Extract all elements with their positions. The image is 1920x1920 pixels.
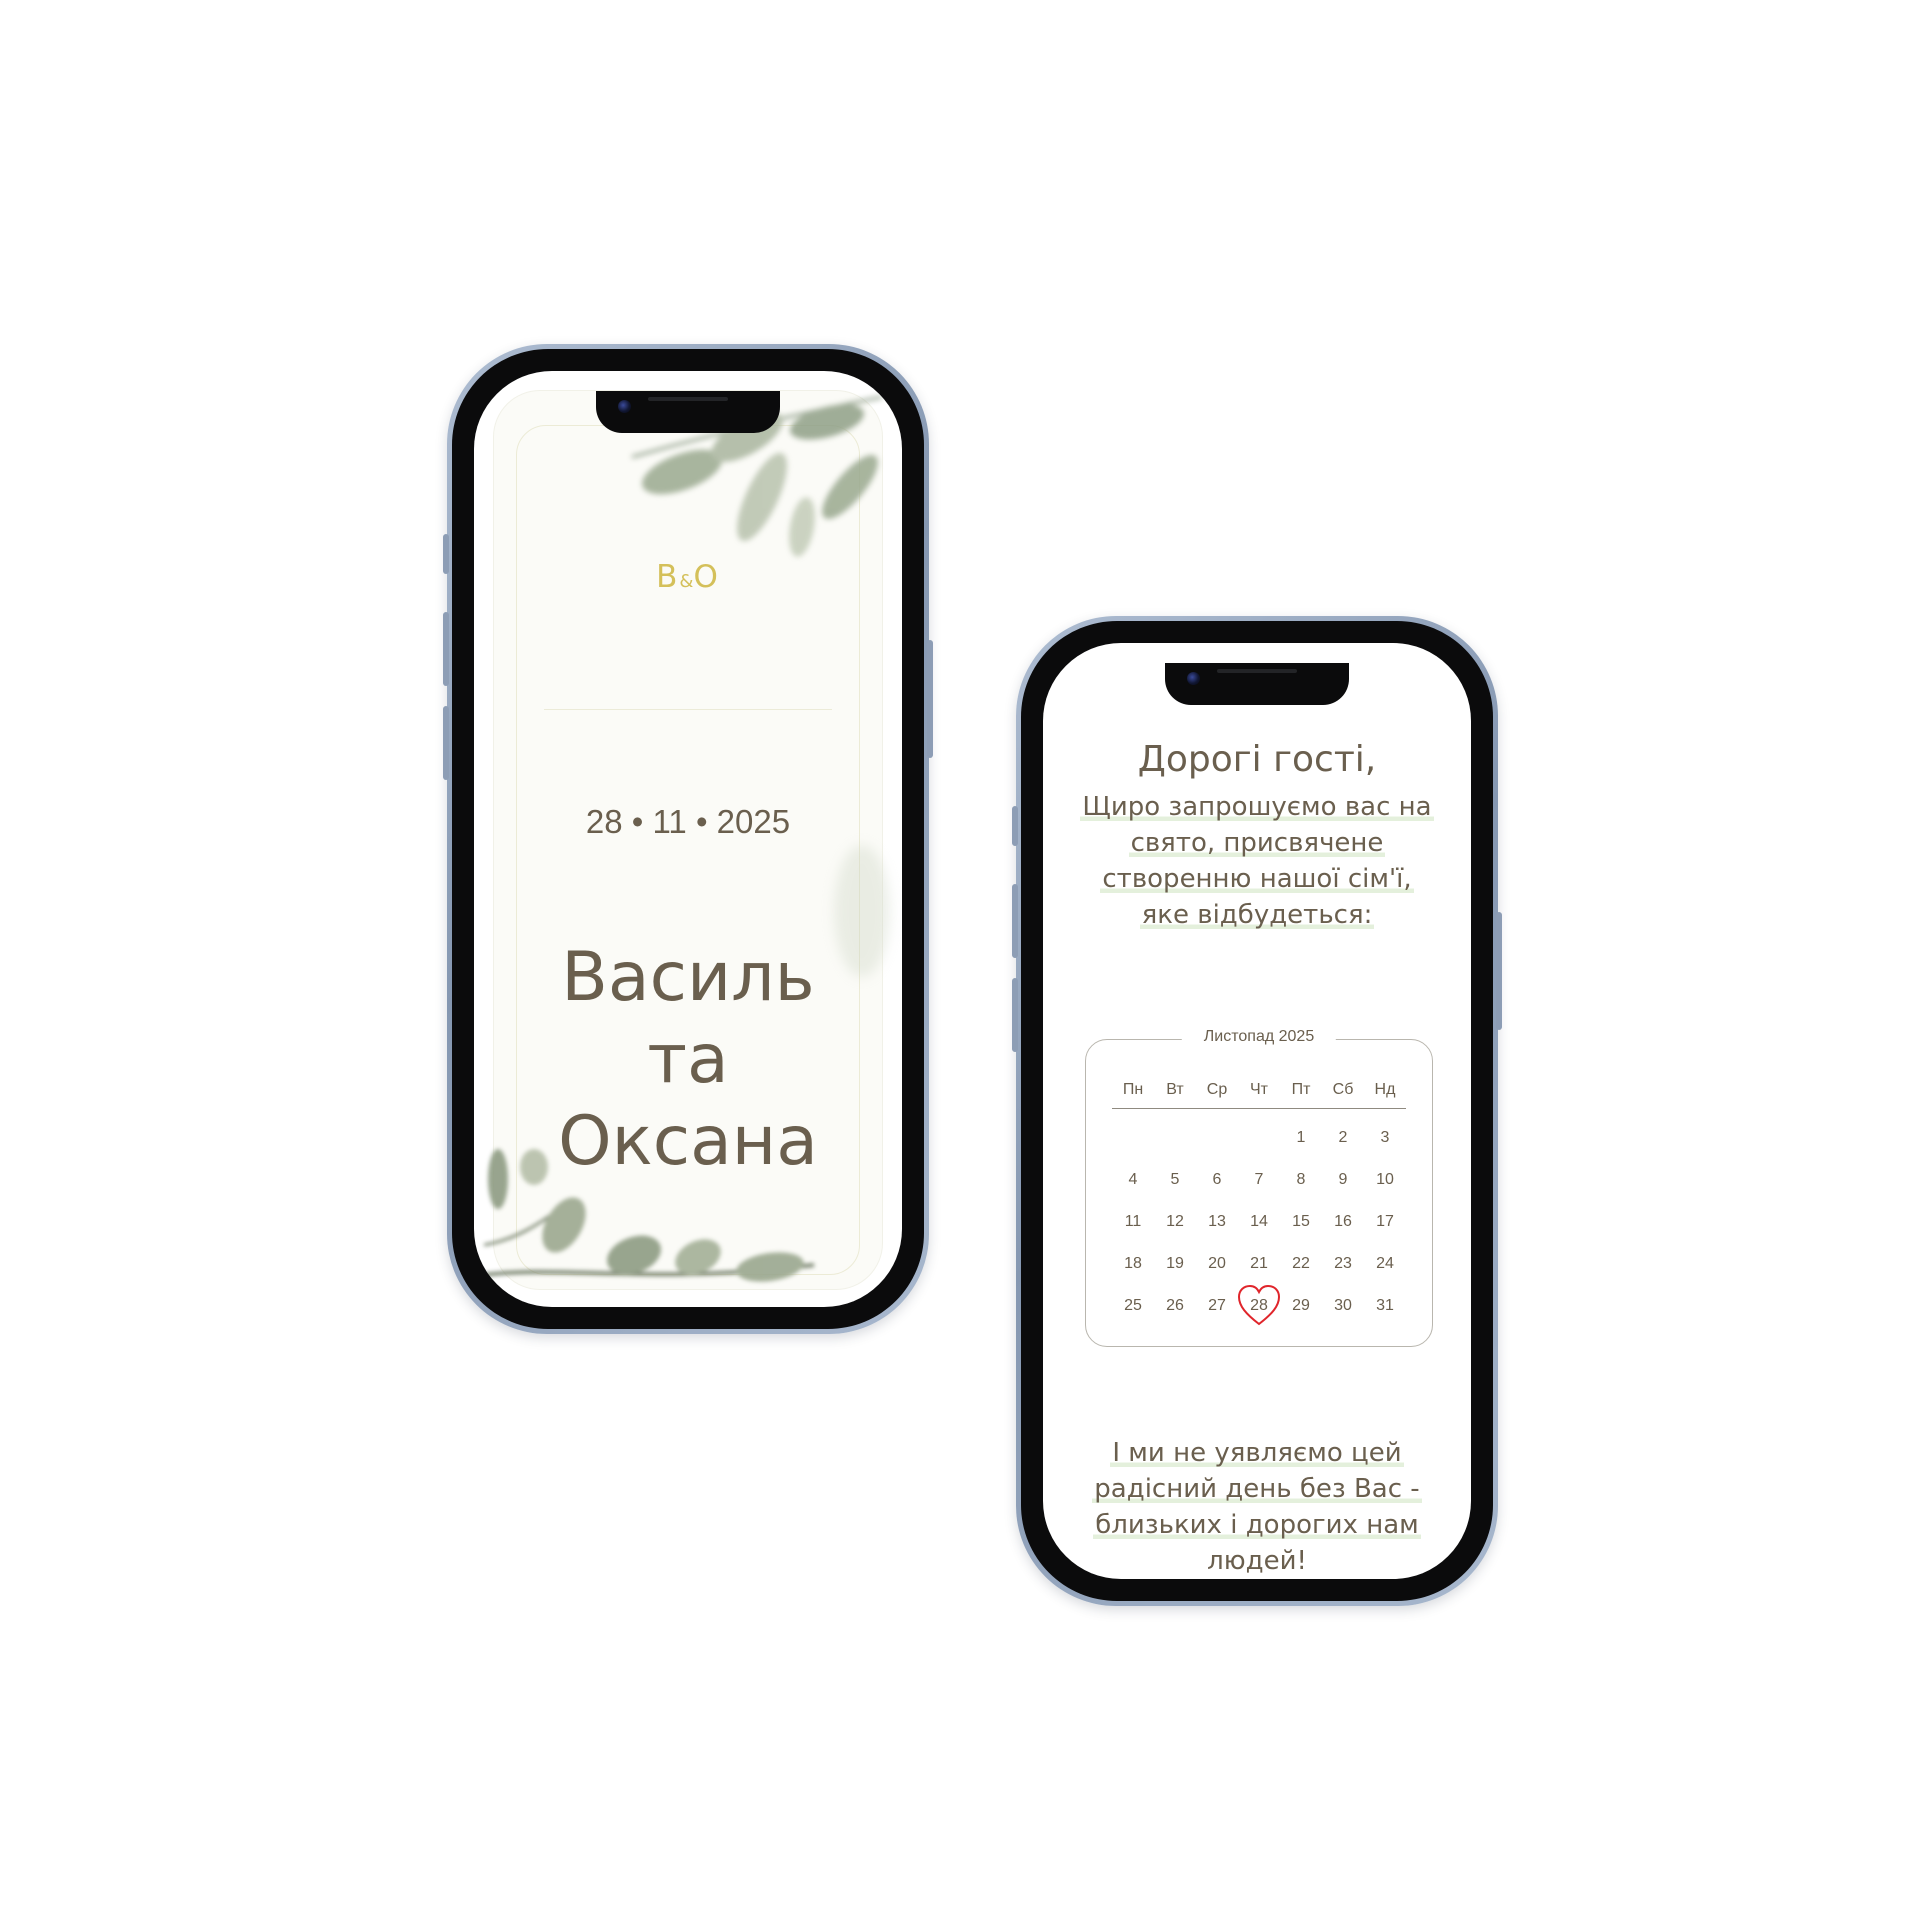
calendar-weekday-label: Пн xyxy=(1122,1081,1144,1098)
calendar-weekday-label: Вт xyxy=(1166,1081,1184,1098)
calendar-day[interactable]: 17 xyxy=(1364,1210,1406,1234)
volume-down-button xyxy=(1012,978,1018,1052)
earpiece-speaker xyxy=(1217,669,1297,673)
mockup-stage: B&O 28 • 11 • 2025 Василь та Оксана Доро… xyxy=(0,0,1920,1920)
calendar-day[interactable]: 30 xyxy=(1322,1294,1364,1318)
bride-name: Оксана xyxy=(558,1102,818,1181)
closing-line: людей! xyxy=(1207,1546,1307,1576)
phone-screen: Дорогі гості, Щиро запрошуємо вас на свя… xyxy=(1043,643,1471,1579)
calendar-day[interactable]: 11 xyxy=(1112,1210,1154,1234)
power-button xyxy=(1496,912,1502,1030)
groom-name: Василь xyxy=(561,938,815,1017)
calendar-day[interactable]: 31 xyxy=(1364,1294,1406,1318)
calendar-day[interactable]: 3 xyxy=(1364,1126,1406,1150)
phone-bezel: B&O 28 • 11 • 2025 Василь та Оксана xyxy=(452,349,924,1329)
power-button xyxy=(927,640,933,758)
greeting-heading: Дорогі гості, xyxy=(1137,739,1377,780)
calendar-day[interactable]: 5 xyxy=(1154,1168,1196,1192)
calendar-day[interactable]: 7 xyxy=(1238,1168,1280,1192)
calendar-day[interactable]: 1 xyxy=(1280,1126,1322,1150)
calendar-day[interactable]: 12 xyxy=(1154,1210,1196,1234)
calendar-day[interactable]: 16 xyxy=(1322,1210,1364,1234)
calendar-day[interactable]: 23 xyxy=(1322,1252,1364,1276)
phone-mockup-right: Дорогі гості, Щиро запрошуємо вас на свя… xyxy=(1012,616,1502,1606)
calendar-day[interactable]: 25 xyxy=(1112,1294,1154,1318)
calendar-day[interactable]: 21 xyxy=(1238,1252,1280,1276)
calendar-weekday-label: Ср xyxy=(1206,1081,1228,1098)
calendar-day[interactable]: 22 xyxy=(1280,1252,1322,1276)
calendar-day[interactable]: 18 xyxy=(1112,1252,1154,1276)
calendar-day[interactable]: 13 xyxy=(1196,1210,1238,1234)
calendar-day-highlighted[interactable]: 28 xyxy=(1238,1294,1280,1318)
couple-names: Василь та Оксана xyxy=(494,937,882,1183)
calendar-weekday-label: Чт xyxy=(1250,1081,1268,1098)
calendar-day[interactable]: 8 xyxy=(1280,1168,1322,1192)
volume-up-button xyxy=(443,612,449,686)
phone-mockup-left: B&O 28 • 11 • 2025 Василь та Оксана xyxy=(443,344,933,1334)
calendar-day[interactable]: 20 xyxy=(1196,1252,1238,1276)
volume-up-button xyxy=(1012,884,1018,958)
calendar-day[interactable]: 27 xyxy=(1196,1294,1238,1318)
phone-screen: B&O 28 • 11 • 2025 Василь та Оксана xyxy=(474,371,902,1307)
front-camera-icon xyxy=(1187,672,1200,685)
calendar-weekday-label: Нд xyxy=(1374,1081,1396,1098)
front-camera-icon xyxy=(618,400,631,413)
notch xyxy=(596,391,780,433)
calendar-weekday-label: Сб xyxy=(1332,1081,1354,1098)
names-connector: та xyxy=(647,1020,729,1099)
invitation-line: Щиро запрошуємо вас на xyxy=(1080,792,1434,822)
divider xyxy=(544,709,832,710)
calendar-day[interactable]: 24 xyxy=(1364,1252,1406,1276)
calendar-day[interactable]: 26 xyxy=(1154,1294,1196,1318)
volume-down-button xyxy=(443,706,449,780)
calendar-day[interactable]: 4 xyxy=(1112,1168,1154,1192)
invitation-line: яке відбудеться: xyxy=(1139,900,1375,930)
phone-bezel: Дорогі гості, Щиро запрошуємо вас на свя… xyxy=(1021,621,1493,1601)
couple-monogram: B&O xyxy=(494,559,882,595)
calendar-day[interactable]: 14 xyxy=(1238,1210,1280,1234)
calendar-day[interactable]: 2 xyxy=(1322,1126,1364,1150)
mute-switch xyxy=(443,534,449,574)
monogram-right-initial: O xyxy=(693,559,720,595)
notch xyxy=(1165,663,1349,705)
earpiece-speaker xyxy=(648,397,728,401)
calendar-day[interactable]: 9 xyxy=(1322,1168,1364,1192)
closing-line: І ми не уявляємо цей xyxy=(1110,1438,1404,1468)
calendar-day[interactable]: 15 xyxy=(1280,1210,1322,1234)
calendar-day[interactable]: 6 xyxy=(1196,1168,1238,1192)
calendar-day[interactable]: 19 xyxy=(1154,1252,1196,1276)
invitation-card: B&O 28 • 11 • 2025 Василь та Оксана xyxy=(484,391,890,1289)
calendar-weekday-label: Пт xyxy=(1291,1081,1311,1098)
month-calendar: Листопад 2025 Пн Вт Ср Чт Пт Сб Нд 1 2 3 4 5 6 7 8 9 10 1… xyxy=(1085,1028,1433,1347)
monogram-left-initial: B xyxy=(656,559,680,595)
invitation-line: створенню нашої сім'ї, xyxy=(1100,864,1414,894)
closing-line: близьких і дорогих нам xyxy=(1093,1510,1421,1540)
closing-text: І ми не уявляємо цей радісний день без В… xyxy=(1043,1435,1471,1579)
invitation-text: Щиро запрошуємо вас на свято, присвячене… xyxy=(1043,789,1471,933)
calendar-month-title: Листопад 2025 xyxy=(1181,1028,1337,1046)
mute-switch xyxy=(1012,806,1018,846)
closing-line: радісний день без Вас - xyxy=(1092,1474,1422,1504)
invitation-line: свято, присвячене xyxy=(1128,828,1386,858)
monogram-ampersand: & xyxy=(679,571,694,592)
calendar-day[interactable]: 10 xyxy=(1364,1168,1406,1192)
calendar-day[interactable]: 29 xyxy=(1280,1294,1322,1318)
wedding-date: 28 • 11 • 2025 xyxy=(585,803,791,840)
